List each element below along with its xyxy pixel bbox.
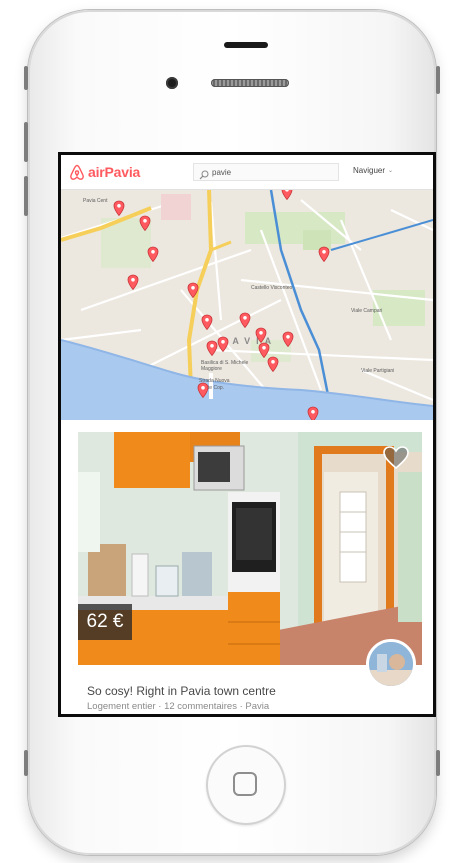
listing-title[interactable]: So cosy! Right in Pavia town centre bbox=[87, 684, 276, 698]
host-avatar[interactable] bbox=[366, 639, 416, 689]
map-pin-icon[interactable] bbox=[147, 246, 159, 262]
map-pin-icon[interactable] bbox=[127, 274, 139, 290]
map-label: Castello Visconteo bbox=[251, 285, 293, 291]
map-pin-icon[interactable] bbox=[267, 356, 279, 372]
side-decoration bbox=[24, 750, 28, 776]
side-decoration bbox=[436, 750, 440, 776]
price-badge: 62 € bbox=[78, 604, 132, 640]
map-label: Viale Partigiani bbox=[361, 368, 395, 374]
browse-menu[interactable]: Naviguer ⌄ bbox=[353, 166, 393, 175]
map-pin-icon[interactable] bbox=[318, 246, 330, 262]
map-view[interactable]: Pavia Cent Castello Visconteo PAVIA Basi… bbox=[61, 190, 433, 420]
heart-icon[interactable] bbox=[383, 446, 409, 470]
map-pin-icon[interactable] bbox=[255, 327, 267, 343]
map-tiles bbox=[61, 190, 433, 420]
map-pin-icon[interactable] bbox=[139, 215, 151, 231]
earpiece-grille bbox=[211, 79, 289, 87]
top-speaker-slot bbox=[224, 42, 268, 48]
brand-logo[interactable]: airPavia bbox=[69, 163, 140, 181]
phone-screen: airPavia Naviguer ⌄ bbox=[58, 152, 436, 717]
map-pin-icon[interactable] bbox=[113, 200, 125, 216]
power-button bbox=[436, 66, 440, 94]
search-icon bbox=[199, 167, 209, 180]
airbnb-logo-icon bbox=[69, 164, 85, 181]
volume-down-button bbox=[24, 176, 28, 216]
map-pin-icon[interactable] bbox=[281, 190, 293, 200]
top-navbar: airPavia Naviguer ⌄ bbox=[61, 155, 433, 190]
listing-photo[interactable]: 62 € bbox=[78, 432, 422, 665]
brand-name: airPavia bbox=[88, 164, 141, 180]
home-button[interactable] bbox=[206, 745, 286, 825]
search-box[interactable] bbox=[193, 163, 339, 181]
map-pin-icon[interactable] bbox=[201, 314, 213, 330]
listing-subtitle: Logement entier · 12 commentaires · Pavi… bbox=[87, 701, 270, 712]
map-pin-icon[interactable] bbox=[239, 312, 251, 328]
map-pin-icon[interactable] bbox=[307, 406, 319, 420]
home-square-icon bbox=[233, 772, 257, 796]
map-label: Viale Campari bbox=[351, 308, 383, 314]
map-pin-icon[interactable] bbox=[217, 336, 229, 352]
front-camera bbox=[166, 77, 178, 89]
search-input[interactable] bbox=[209, 167, 332, 177]
price-label: 62 € bbox=[86, 611, 124, 632]
chevron-down-icon: ⌄ bbox=[388, 168, 394, 174]
map-label: Basilica di S. Michele Maggiore bbox=[201, 360, 249, 372]
browse-menu-label: Naviguer bbox=[353, 166, 386, 175]
mute-switch bbox=[24, 66, 28, 90]
map-label: Pavia Cent bbox=[83, 198, 108, 204]
map-pin-icon[interactable] bbox=[187, 282, 199, 298]
map-pin-icon[interactable] bbox=[282, 331, 294, 347]
volume-up-button bbox=[24, 122, 28, 162]
map-pin-icon[interactable] bbox=[197, 382, 209, 398]
